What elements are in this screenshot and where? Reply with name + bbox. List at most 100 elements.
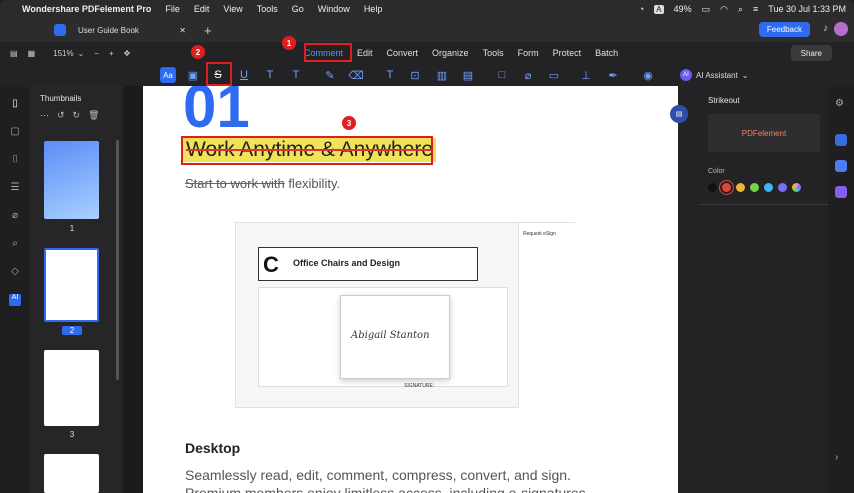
callout-icon[interactable]: ▥ [434, 67, 450, 83]
thumbnail-number-3: 3 [69, 430, 75, 439]
tab-batch[interactable]: Batch [595, 48, 618, 58]
assistant-icon[interactable] [835, 134, 847, 146]
subline[interactable]: Start to work with flexibility. [185, 176, 340, 191]
callout-3: 3 [342, 116, 356, 130]
ai-assistant-button[interactable]: AI AI Assistant ⌄ [680, 68, 749, 82]
close-tab-icon[interactable]: ✕ [179, 26, 186, 35]
tab-tools[interactable]: Tools [483, 48, 504, 58]
sticky-note-icon[interactable]: ▤ [460, 67, 476, 83]
section-paragraph: Seamlessly read, edit, comment, compress… [185, 467, 590, 493]
tab-protect[interactable]: Protect [553, 48, 582, 58]
menu-go[interactable]: Go [292, 4, 304, 14]
measure-icon[interactable]: ▭ [546, 67, 562, 83]
text-replace-icon[interactable]: T [288, 67, 304, 83]
stack-icon[interactable]: ◇ [9, 266, 21, 278]
document-tab[interactable]: User Guide Book ✕ [72, 20, 192, 40]
clock-icon[interactable]: ◔ [639, 4, 644, 14]
thumbnails-scrollbar[interactable] [116, 140, 119, 380]
tab-convert[interactable]: Convert [387, 48, 419, 58]
wifi-icon[interactable]: ◠ [720, 4, 728, 15]
custom-color-icon[interactable] [792, 183, 801, 192]
preview-label: PDFelement [741, 128, 787, 138]
embedded-signature-label: SIGNATURE: [404, 383, 435, 389]
underline-icon[interactable]: U [236, 67, 252, 83]
area-highlight-icon[interactable]: ▣ [185, 67, 201, 83]
eraser-icon[interactable]: ⌫ [348, 67, 364, 83]
text-aa-icon[interactable]: Aa [160, 67, 176, 83]
signature-icon[interactable]: ✒ [605, 67, 621, 83]
tab-form[interactable]: Form [518, 48, 539, 58]
layers-icon[interactable]: ☰ [9, 182, 21, 194]
eye-icon[interactable]: ◉ [640, 67, 656, 83]
control-center-icon[interactable]: ≡ [753, 4, 758, 14]
notification-bell-icon[interactable]: ♪ [823, 23, 828, 34]
menu-bar: Wondershare PDFelement Pro File Edit Vie… [0, 0, 854, 18]
color-swatch-yellow[interactable] [736, 183, 745, 192]
ai-badge-icon: AI [680, 69, 692, 81]
ai-sidebar-icon[interactable]: AI [9, 294, 21, 306]
date-time[interactable]: Tue 30 Jul 1:33 PM [768, 4, 846, 14]
check-icon[interactable] [835, 160, 847, 172]
thumbnail-page-4[interactable] [44, 454, 99, 493]
zoom-value[interactable]: 151% [53, 49, 73, 58]
ai-float-button[interactable]: ▤ [670, 105, 688, 123]
thumbnails-icon[interactable]: ▯ [9, 98, 21, 110]
thumbnail-page-3[interactable] [44, 350, 99, 426]
properties-icon[interactable]: ⚙ [835, 98, 847, 110]
comments-icon[interactable]: ▢ [9, 126, 21, 138]
chevron-down-icon: ⌄ [741, 70, 749, 80]
thumbnail-page-1[interactable] [44, 141, 99, 219]
tab-organize[interactable]: Organize [432, 48, 469, 58]
textbox-icon[interactable]: ⊡ [407, 67, 423, 83]
comment-tab-highlight [304, 43, 352, 62]
avatar[interactable] [834, 22, 848, 36]
menu-view[interactable]: View [223, 4, 242, 14]
battery-icon[interactable]: ▭ [702, 4, 711, 15]
thumbnail-number-2: 2 [62, 326, 82, 335]
pan-icon[interactable]: ✥ [124, 49, 131, 58]
typewriter-icon[interactable]: T [382, 67, 398, 83]
more-icon[interactable]: ⋯ [40, 110, 49, 121]
delete-icon[interactable]: 🗑 [88, 110, 99, 121]
thumbnail-page-2[interactable] [44, 248, 99, 322]
search-icon[interactable]: ⌕ [9, 238, 21, 250]
pen-icon[interactable]: ✎ [322, 67, 338, 83]
zoom-out-icon[interactable]: − [94, 49, 99, 58]
menu-tools[interactable]: Tools [257, 4, 278, 14]
search-icon[interactable]: ⌕ [738, 4, 743, 15]
rotate-right-icon[interactable]: ↻ [73, 110, 81, 121]
embedded-header: C Office Chairs and Design [258, 247, 478, 281]
stamp-icon[interactable]: ⊥ [578, 67, 594, 83]
attachments-icon[interactable]: ⌀ [9, 210, 21, 222]
color-swatch-green[interactable] [750, 183, 759, 192]
app-icon[interactable] [835, 186, 847, 198]
chevron-right-icon[interactable]: › [835, 452, 847, 464]
sidebar-toggle-icon[interactable]: ▤ [10, 49, 18, 58]
color-swatch-red[interactable] [722, 183, 731, 192]
color-swatch-black[interactable] [708, 183, 717, 192]
text-insert-icon[interactable]: T [262, 67, 278, 83]
color-swatch-blue[interactable] [764, 183, 773, 192]
pdfelement-logo-icon [54, 24, 66, 36]
new-tab-button[interactable]: + [204, 23, 212, 38]
rotate-left-icon[interactable]: ↺ [57, 110, 65, 121]
feedback-button[interactable]: Feedback [758, 22, 810, 37]
menu-window[interactable]: Window [318, 4, 350, 14]
zoom-in-icon[interactable]: + [109, 49, 114, 58]
attachment-icon[interactable]: ⌀ [520, 67, 536, 83]
color-swatch-purple[interactable] [778, 183, 787, 192]
share-button[interactable]: Share [790, 45, 832, 61]
input-source-badge[interactable]: A [654, 4, 664, 14]
tab-bar: User Guide Book ✕ + Feedback ♪ [0, 18, 854, 42]
ai-assistant-label: AI Assistant [696, 70, 738, 80]
section-number: 01 [183, 86, 250, 140]
shape-icon[interactable]: □ [494, 67, 510, 83]
app-name[interactable]: Wondershare PDFelement Pro [22, 4, 151, 14]
menu-file[interactable]: File [165, 4, 180, 14]
tab-edit[interactable]: Edit [357, 48, 373, 58]
menu-edit[interactable]: Edit [194, 4, 210, 14]
menu-help[interactable]: Help [364, 4, 383, 14]
layout-icon[interactable]: ▦ [28, 49, 36, 58]
zoom-dropdown-icon[interactable]: ⌄ [78, 49, 85, 58]
bookmark-icon[interactable]: ⌷ [9, 154, 21, 166]
